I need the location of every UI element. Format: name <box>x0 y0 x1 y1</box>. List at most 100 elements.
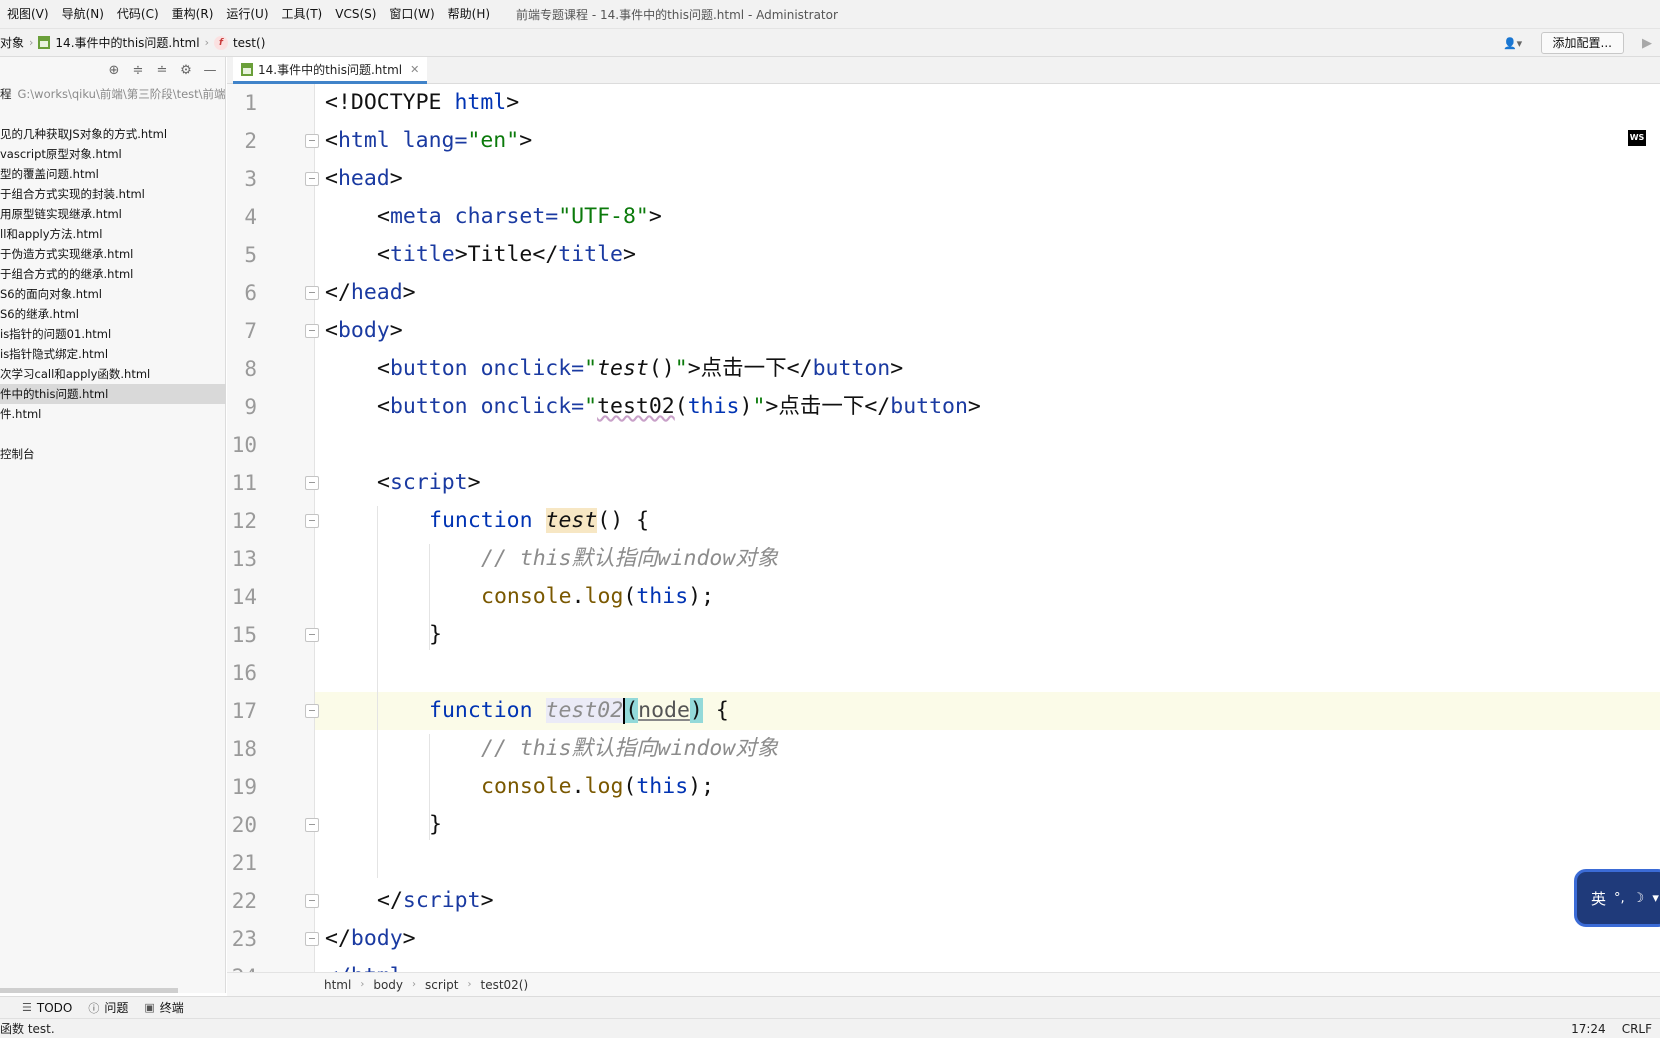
tree-item[interactable]: 型的覆盖问题.html <box>0 164 226 184</box>
fold-icon[interactable] <box>305 476 319 490</box>
fold-icon[interactable] <box>305 134 319 148</box>
fold-icon[interactable] <box>305 932 319 946</box>
gear-icon[interactable]: ⚙ <box>174 63 198 78</box>
ime-toolbar[interactable]: 英 °, ☽ ▾ <box>1574 869 1660 927</box>
tree-item[interactable]: 于组合方式的的继承.html <box>0 264 226 284</box>
tab-active-file[interactable]: 14.事件中的this问题.html ✕ <box>233 57 428 84</box>
window-title: 前端专题课程 - 14.事件中的this问题.html - Administra… <box>516 7 838 22</box>
menu-vcs[interactable]: VCS(S) <box>328 0 382 28</box>
tree-item[interactable]: 控制台 <box>0 444 226 464</box>
line-number: 2 <box>244 129 257 153</box>
collapse-all-icon[interactable]: ≐ <box>150 63 174 78</box>
close-icon[interactable]: ✕ <box>410 63 419 76</box>
indent-guide <box>377 506 378 878</box>
nav-crumb-function-label: test() <box>232 35 266 50</box>
line-number: 21 <box>231 851 257 875</box>
line-number: 15 <box>231 623 257 647</box>
chevron-right-icon: › <box>467 979 472 990</box>
todo-label: TODO <box>36 1000 73 1015</box>
line-ending[interactable]: CRLF <box>1622 1022 1652 1036</box>
code-line-18: // this默认指向window对象 <box>481 736 779 761</box>
nav-crumb-function[interactable]: f test() <box>213 35 266 50</box>
editor-breadcrumb-item[interactable]: html <box>324 978 351 992</box>
todo-button[interactable]: ☰ TODO <box>22 1001 72 1015</box>
line-number: 7 <box>244 319 257 343</box>
tree-item[interactable]: vascript原型对象.html <box>0 144 226 164</box>
menu-navigate[interactable]: 导航(N) <box>55 0 110 28</box>
fold-icon[interactable] <box>305 172 319 186</box>
cursor-position[interactable]: 17:24 <box>1571 1022 1606 1036</box>
menu-help[interactable]: 帮助(H) <box>441 0 496 28</box>
tree-item[interactable]: 见的几种获取JS对象的方式.html <box>0 124 226 144</box>
tree-item[interactable]: 用原型链实现继承.html <box>0 204 226 224</box>
editor-tab-bar: 14.事件中的this问题.html ✕ <box>227 57 1660 84</box>
menu-refactor[interactable]: 重构(R) <box>165 0 220 28</box>
tree-item[interactable]: 次学习call和apply函数.html <box>0 364 226 384</box>
fold-icon[interactable] <box>305 704 319 718</box>
fold-icon[interactable] <box>305 628 319 642</box>
editor-breadcrumb-item[interactable]: test02() <box>480 978 528 992</box>
menu-tools[interactable]: 工具(T) <box>275 0 329 28</box>
tree-item[interactable]: 件中的this问题.html <box>0 384 226 404</box>
expand-all-icon[interactable]: ≑ <box>126 63 150 78</box>
ime-language-label[interactable]: 英 <box>1591 888 1606 909</box>
tree-item[interactable]: 于伪造方式实现继承.html <box>0 244 226 264</box>
line-number: 14 <box>231 585 257 609</box>
code-line-13: // this默认指向window对象 <box>481 546 779 571</box>
editor-breadcrumb: html › body › script › test02() <box>227 972 1660 996</box>
shirt-icon[interactable]: ▾ <box>1652 891 1659 906</box>
ime-punctuation-icon[interactable]: °, <box>1614 891 1625 906</box>
tree-item[interactable] <box>0 424 226 444</box>
horizontal-scrollbar[interactable] <box>0 988 178 993</box>
chevron-right-icon: › <box>360 979 365 990</box>
menu-code[interactable]: 代码(C) <box>110 0 165 28</box>
user-dropdown-icon[interactable]: 👤▾ <box>1499 34 1527 52</box>
line-number: 23 <box>231 927 257 951</box>
fold-icon[interactable] <box>305 324 319 338</box>
tree-item[interactable]: S6的继承.html <box>0 304 226 324</box>
terminal-icon: ▣ <box>144 1001 155 1014</box>
menu-run[interactable]: 运行(U) <box>219 0 274 28</box>
line-number: 6 <box>244 281 257 305</box>
fold-icon[interactable] <box>305 286 319 300</box>
tree-item[interactable]: S6的面向对象.html <box>0 284 226 304</box>
line-number: 10 <box>231 433 257 457</box>
code-line-6: </head> <box>325 280 416 305</box>
fold-icon[interactable] <box>305 894 319 908</box>
tree-item[interactable]: is指针隐式绑定.html <box>0 344 226 364</box>
line-number: 8 <box>244 357 257 381</box>
line-number: 22 <box>231 889 257 913</box>
locate-icon[interactable]: ⊕ <box>102 63 126 78</box>
code-line-3: <head> <box>325 166 403 191</box>
moon-icon[interactable]: ☽ <box>1633 891 1645 906</box>
tree-item[interactable]: 件.html <box>0 404 226 424</box>
menu-view[interactable]: 视图(V) <box>0 0 55 28</box>
terminal-button[interactable]: ▣ 终端 <box>144 999 183 1016</box>
chevron-right-icon: › <box>412 979 417 990</box>
fold-icon[interactable] <box>305 514 319 528</box>
tree-item[interactable]: 于组合方式实现的封装.html <box>0 184 226 204</box>
status-bar: 函数 test. 17:24 CRLF <box>0 1018 1660 1038</box>
code-line-19: console.log(this); <box>481 774 715 799</box>
editor-breadcrumb-item[interactable]: body <box>373 978 403 992</box>
menu-window[interactable]: 窗口(W) <box>382 0 440 28</box>
minimize-icon[interactable]: — <box>198 63 222 78</box>
tree-item[interactable]: is指针的问题01.html <box>0 324 226 344</box>
tree-item[interactable] <box>0 104 226 124</box>
problems-button[interactable]: ⓘ 问题 <box>88 999 128 1016</box>
line-number: 20 <box>231 813 257 837</box>
chevron-right-icon: › <box>204 36 209 49</box>
tree-item[interactable]: ll和apply方法.html <box>0 224 226 244</box>
line-number: 17 <box>231 699 257 723</box>
nav-crumb-file-label: 14.事件中的this问题.html <box>55 36 200 50</box>
nav-crumb-root[interactable]: 对象 <box>0 34 24 51</box>
run-icon[interactable]: ▶ <box>1634 36 1660 51</box>
webstorm-icon: WS <box>1628 130 1646 146</box>
fold-icon[interactable] <box>305 818 319 832</box>
add-configuration-button[interactable]: 添加配置... <box>1540 32 1624 54</box>
line-number: 11 <box>231 471 257 495</box>
editor-breadcrumb-item[interactable]: script <box>425 978 458 992</box>
nav-crumb-file[interactable]: 14.事件中的this问题.html <box>38 34 200 51</box>
project-root[interactable]: 程 G:\works\qiku\前端\第三阶段\test\前端 <box>0 85 226 103</box>
code-editor[interactable]: 123456789101112131415161718192021222324 … <box>227 84 1660 972</box>
